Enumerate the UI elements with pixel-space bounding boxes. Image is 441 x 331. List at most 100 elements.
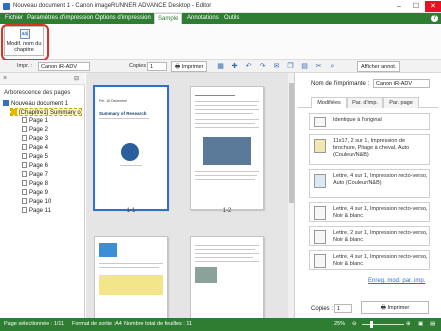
print-button[interactable]: 🖶 Imprimer [171, 61, 208, 72]
settings-item[interactable]: Identique à l'original [309, 113, 430, 130]
page-thumbnail-2[interactable] [190, 86, 264, 210]
settings-item[interactable]: Lettre, 4 sur 1, Impression recto-verso,… [309, 250, 430, 270]
page-thumbnail-1[interactable]: Per. 16 December Summary of Research [93, 85, 169, 211]
page-label: 1-1 [126, 208, 136, 214]
thumb1-org: Per. 16 December [99, 99, 128, 103]
bw-page-icon [314, 206, 326, 220]
highlight-ring [1, 24, 49, 61]
menu-options-impression[interactable]: Options d'impression [92, 13, 154, 24]
printer-icon: 🖶 [175, 64, 182, 70]
help-icon[interactable]: ? [431, 15, 438, 22]
page-thumbnail-3[interactable] [94, 236, 168, 318]
output-format-status: Format de sortie :A4 [72, 321, 122, 327]
pin-icon[interactable]: ⊟ [74, 75, 79, 82]
tree-page[interactable]: Page 9 [22, 189, 48, 197]
tree-page[interactable]: Page 1 [22, 117, 48, 125]
menu-outils[interactable]: Outils [221, 13, 242, 24]
menu-parametres-impression[interactable]: Paramètres d'impression [24, 13, 96, 24]
page-icon [22, 198, 27, 204]
zoom-in-icon[interactable]: ⊕ [406, 321, 411, 327]
tree-chapter[interactable]: [Chapitre1] Summary o [10, 108, 82, 116]
printer-icon: 🖶 [380, 305, 388, 311]
settings-item[interactable]: Lettre, 2 sur 1, Impression recto-verso,… [309, 226, 430, 246]
page-icon [22, 162, 27, 168]
printer-name-select[interactable]: Canon iR-ADV [373, 79, 430, 88]
menu-sample[interactable]: Sample [154, 13, 183, 24]
window-title: Nouveau document 1 - Canon imageRUNNER A… [13, 3, 212, 9]
tree-page[interactable]: Page 4 [22, 144, 48, 152]
zoom-slider-thumb[interactable] [370, 321, 373, 328]
tree-page[interactable]: Page 8 [22, 180, 48, 188]
paste-icon[interactable]: ▤ [300, 62, 309, 71]
tab-modified[interactable]: Modifiées [311, 97, 347, 108]
printer-name-label: Nom de l'imprimante : [311, 81, 370, 87]
total-sheets-status: Nombre total de feuilles : 11 [124, 321, 193, 327]
print-button-large[interactable]: 🖶 Imprimer [361, 301, 429, 314]
page-icon [22, 153, 27, 159]
add-icon[interactable]: ✚ [230, 62, 239, 71]
tree-page[interactable]: Page 2 [22, 126, 48, 134]
copy-icon[interactable]: ❐ [286, 62, 295, 71]
tab-page-settings[interactable]: Par. page [383, 97, 419, 108]
zoom-icon[interactable]: ⌕ [328, 62, 337, 71]
toolbar: Impr. : Canon iR-ADV Copies : 1 🖶 Imprim… [0, 60, 441, 73]
cut-icon[interactable]: ✂ [314, 62, 323, 71]
close-pane-icon[interactable]: × [3, 75, 7, 82]
zoom-out-icon[interactable]: ⊖ [352, 321, 357, 327]
close-button[interactable]: ✕ [425, 1, 441, 12]
page-icon [22, 117, 27, 123]
tree-page[interactable]: Page 11 [22, 207, 51, 215]
tree-page[interactable]: Page 3 [22, 135, 48, 143]
tree-page[interactable]: Page 6 [22, 162, 48, 170]
settings-tabs: Modifiées Par. d'imp. Par. page [298, 97, 438, 108]
bw-page-icon [314, 230, 326, 244]
maximize-button[interactable]: ☐ [408, 1, 424, 12]
ribbon: aa| Modif. nom du chapitre Sample [0, 24, 441, 63]
page-preview-pane: Per. 16 December Summary of Research 1-1… [86, 73, 295, 318]
app-icon [3, 3, 10, 10]
print-label: Imprimer [181, 64, 204, 70]
print-settings-pane: Nom de l'imprimante : Canon iR-ADV Modif… [296, 73, 441, 318]
scrollbar-thumb[interactable] [289, 83, 294, 203]
tree-page[interactable]: Page 10 [22, 198, 51, 206]
menu-annotations[interactable]: Annotations [184, 13, 222, 24]
minimize-button[interactable]: – [391, 1, 407, 12]
tree-document[interactable]: Nouveau document 1 [3, 100, 68, 108]
settings-item[interactable]: Lettre, 4 sur 1, Impression recto-verso,… [309, 169, 430, 198]
photo-image [203, 137, 251, 165]
selected-page-status: Page sélectionnée : 1/11 [4, 321, 65, 327]
photo-image [195, 267, 217, 283]
copies-label: Copies : [311, 306, 334, 312]
chart-image [99, 243, 117, 257]
show-annotations-button[interactable]: Afficher annot. [357, 61, 401, 72]
layout-icon[interactable]: ▦ [216, 62, 225, 71]
undo-icon[interactable]: ↶ [244, 62, 253, 71]
menu-fichier[interactable]: Fichier [2, 13, 26, 24]
pane-header: × ⊟ [0, 73, 85, 85]
tree-page[interactable]: Page 5 [22, 153, 48, 161]
page-thumbnail-4[interactable] [190, 236, 264, 318]
copies-input[interactable]: 1 [334, 304, 352, 313]
page-icon [314, 117, 326, 127]
status-bar: Page sélectionnée : 1/11 Format de sorti… [0, 318, 441, 331]
zoom-slider[interactable] [362, 324, 404, 325]
mail-icon[interactable]: ✉ [272, 62, 281, 71]
fit-width-icon[interactable]: ▤ [430, 321, 435, 327]
page-tree-pane: × ⊟ Arborescence des pages Nouveau docum… [0, 73, 85, 318]
tree-page[interactable]: Page 7 [22, 171, 48, 179]
save-print-settings-link[interactable]: Enreg. mod. par. imp. [368, 278, 425, 284]
zoom-value: 25% [334, 321, 346, 327]
bw-page-icon [314, 254, 326, 268]
copies-input[interactable]: 1 [147, 62, 167, 71]
tab-print-settings[interactable]: Par. d'imp. [347, 97, 383, 108]
printer-select[interactable]: Canon iR-ADV [38, 62, 90, 71]
settings-item[interactable]: 11x17, 2 sur 1, Impression de brochure, … [309, 134, 430, 165]
fit-page-icon[interactable]: ▣ [418, 321, 423, 327]
color-page-icon [314, 174, 326, 188]
redo-icon[interactable]: ↷ [258, 62, 267, 71]
page-icon [22, 171, 27, 177]
globe-logo [121, 143, 139, 161]
page-icon [22, 144, 27, 150]
menu-bar: Fichier Paramètres d'impression Options … [0, 13, 441, 24]
settings-item[interactable]: Lettre, 4 sur 1, Impression recto-verso,… [309, 202, 430, 222]
